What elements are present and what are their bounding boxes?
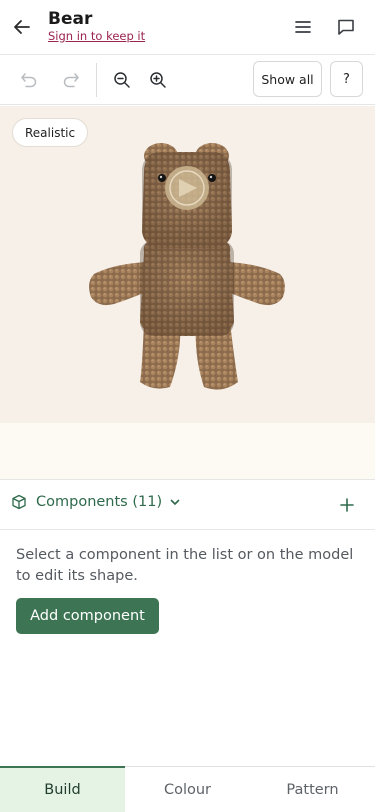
redo-button[interactable] (59, 68, 83, 92)
app-header: Bear Sign in to keep it (0, 0, 375, 55)
render-mode-toggle[interactable]: Realistic (12, 118, 89, 147)
undo-button[interactable] (17, 68, 41, 92)
bottom-tab-bar: Build Colour Pattern (0, 766, 375, 812)
zoom-in-button[interactable] (146, 68, 170, 92)
menu-button[interactable] (291, 15, 315, 39)
components-panel-header: Components (11) (0, 479, 375, 530)
add-component-icon-button[interactable] (336, 494, 358, 516)
tab-build[interactable]: Build (0, 766, 125, 812)
editor-toolbar: Show all ? (0, 55, 375, 105)
bear-left-arm[interactable] (89, 262, 146, 306)
zoom-in-icon (150, 72, 166, 88)
page-title: Bear (48, 9, 93, 29)
bear-left-eye[interactable] (158, 174, 166, 182)
sign-in-link[interactable]: Sign in to keep it (48, 28, 145, 44)
add-component-button[interactable]: Add component (16, 598, 159, 634)
chat-bubble-icon (338, 19, 354, 35)
viewport-footer-area (0, 423, 375, 479)
undo-icon (21, 73, 37, 88)
bear-model[interactable] (84, 142, 290, 392)
help-button[interactable]: ? (330, 61, 363, 97)
zoom-out-button[interactable] (110, 68, 134, 92)
components-helper-text: Select a component in the list or on the… (16, 547, 354, 584)
zoom-out-icon (114, 72, 130, 88)
arrow-left-icon (14, 20, 30, 34)
tab-colour[interactable]: Colour (125, 767, 250, 812)
redo-icon (63, 73, 79, 88)
show-all-button[interactable]: Show all (253, 61, 322, 97)
back-button[interactable] (10, 15, 34, 39)
hamburger-menu-icon (295, 21, 311, 33)
plus-icon (340, 498, 354, 512)
bear-right-eye[interactable] (208, 174, 216, 182)
toolbar-divider (96, 63, 97, 97)
title-block: Bear Sign in to keep it (48, 8, 145, 44)
components-toggle[interactable]: Components (11) (11, 494, 181, 510)
comments-button[interactable] (334, 15, 358, 39)
cube-icon (12, 494, 26, 510)
bear-right-arm[interactable] (228, 262, 285, 306)
model-viewport[interactable]: Realistic (0, 106, 375, 423)
chevron-down-icon (169, 496, 181, 508)
components-label: Components (11) (36, 494, 163, 510)
tab-pattern[interactable]: Pattern (250, 767, 375, 812)
